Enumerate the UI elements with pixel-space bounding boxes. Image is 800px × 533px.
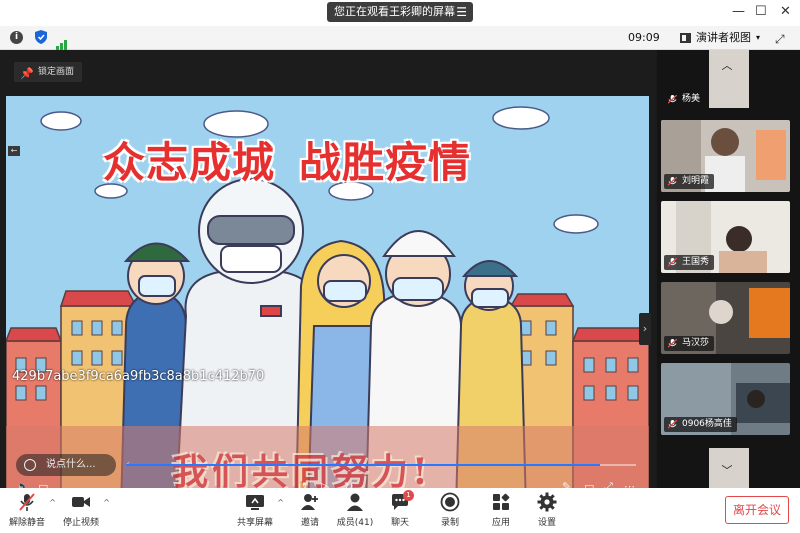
apps-label: 应用 — [491, 518, 510, 528]
slogan-left: 众志成城 — [103, 138, 276, 187]
meeting-timer: 09:09 — [628, 31, 660, 44]
participant-name-tag: 刘明霞 — [664, 174, 715, 189]
participant-name-tag: 0906杨高佳 — [664, 417, 737, 432]
speaker-view-button[interactable]: 演讲者视图 ▾ — [676, 28, 764, 48]
apps-button[interactable]: 应用 — [478, 492, 524, 528]
participant-name-tag: 杨美 — [664, 92, 706, 107]
camera-icon — [72, 497, 90, 507]
members-label: 成员(41) — [336, 518, 374, 528]
shared-screen-area: 📌 锁定画面 众志成城 战胜疫情 我们共同努力! 429b7abe3f9ca6a… — [0, 50, 655, 508]
participant-name: 0906杨高佳 — [682, 419, 732, 429]
chevron-up-icon[interactable]: ^ — [277, 498, 284, 507]
participant-name-tag: 马汉莎 — [664, 336, 715, 351]
danmaku-placeholder: 说点什么... — [46, 459, 96, 470]
danmaku-input[interactable]: 说点什么... ‹ — [16, 454, 130, 476]
lock-view-label: 锁定画面 — [38, 67, 75, 77]
emoji-icon[interactable] — [24, 459, 36, 471]
participant-name: 马汉莎 — [682, 338, 710, 348]
stop-video-label: 停止视频 — [62, 518, 99, 528]
minimize-button[interactable]: — — [732, 4, 745, 19]
hamburger-icon[interactable]: ☰ — [456, 2, 467, 22]
chat-label: 聊天 — [390, 518, 409, 528]
participant-tile[interactable]: 王国秀 — [661, 201, 790, 273]
settings-label: 设置 — [537, 518, 556, 528]
lock-view-button[interactable]: 📌 锁定画面 — [14, 62, 83, 82]
invite-button[interactable]: 邀请 — [287, 492, 333, 528]
share-screen-button[interactable]: 共享屏幕 ^ — [232, 492, 284, 528]
panel-toggle-icon[interactable]: › — [639, 313, 651, 345]
participant-name-tag: 王国秀 — [664, 255, 715, 270]
chat-button[interactable]: 聊天 1 — [377, 490, 423, 528]
meeting-id-overlay: 429b7abe3f9ca6a9fb3c8a8b1c412b70 — [12, 369, 265, 384]
participant-name: 杨美 — [682, 94, 701, 104]
record-icon — [440, 492, 460, 512]
record-button[interactable]: 录制 — [427, 492, 473, 528]
back-icon[interactable]: ← — [8, 146, 20, 156]
mic-muted-icon — [668, 95, 677, 104]
scroll-down-icon[interactable]: ﹀ — [706, 463, 748, 479]
share-screen-icon — [246, 495, 264, 510]
close-button[interactable]: ✕ — [780, 4, 791, 19]
scroll-up-icon[interactable]: ︿ — [706, 58, 748, 74]
playback-progress-bar[interactable] — [126, 464, 636, 466]
mic-muted-icon — [668, 420, 677, 429]
participant-panel: 杨美 刘明霞 王国秀 马汉莎 0906杨高佳 — [657, 50, 800, 488]
record-label: 录制 — [440, 518, 459, 528]
stop-video-button[interactable]: 停止视频 ^ — [58, 492, 110, 528]
meeting-window: 您正在观看王彩卿的屏幕 ☰ — ☐ ✕ i 09:09 演讲者视图 ▾ ⤢ 📌 … — [0, 0, 800, 533]
title-bar: 您正在观看王彩卿的屏幕 ☰ — ☐ ✕ — [0, 0, 800, 26]
unmute-label: 解除静音 — [8, 518, 45, 528]
layout-icon — [680, 33, 691, 43]
screen-share-banner[interactable]: 您正在观看王彩卿的屏幕 ☰ — [327, 2, 473, 22]
participant-tile[interactable]: 马汉莎 — [661, 282, 790, 354]
meeting-toolbar: 解除静音 ^ 停止视频 ^ 共享屏幕 ^ 邀请 成员(41) 聊天 1 录制 应… — [0, 488, 800, 533]
chat-badge: 1 — [403, 490, 414, 501]
mic-muted-icon — [668, 339, 677, 348]
fullscreen-icon[interactable]: ⤢ — [775, 32, 785, 47]
playback-progress-fill — [126, 464, 601, 466]
unmute-button[interactable]: 解除静音 ^ — [4, 492, 56, 528]
mic-muted-icon — [668, 258, 677, 267]
mic-muted-icon — [668, 177, 677, 186]
participant-name: 刘明霞 — [682, 176, 710, 186]
signal-strength-icon[interactable] — [56, 32, 68, 51]
leave-meeting-button[interactable]: 离开会议 — [725, 496, 789, 524]
maximize-button[interactable]: ☐ — [755, 4, 767, 19]
invite-label: 邀请 — [300, 518, 319, 528]
pin-icon: 📌 — [20, 67, 34, 80]
meeting-info-bar: i 09:09 演讲者视图 ▾ ⤢ — [0, 26, 800, 51]
members-button[interactable]: 成员(41) — [332, 492, 378, 528]
share-banner-text: 您正在观看王彩卿的屏幕 — [334, 5, 455, 18]
slogan-right: 战胜疫情 — [299, 138, 472, 187]
gear-icon — [537, 492, 557, 512]
participant-name: 王国秀 — [682, 257, 710, 267]
speaker-view-label: 演讲者视图 — [696, 31, 751, 44]
participant-tile[interactable]: 0906杨高佳 — [661, 363, 790, 435]
mic-muted-icon — [19, 493, 35, 511]
apps-icon — [493, 493, 510, 510]
shared-screen-content: 众志成城 战胜疫情 我们共同努力! 429b7abe3f9ca6a9fb3c8a8… — [6, 96, 649, 508]
info-icon[interactable]: i — [10, 31, 23, 44]
members-icon — [347, 493, 363, 511]
add-user-icon — [301, 494, 318, 510]
share-screen-label: 共享屏幕 — [236, 518, 273, 528]
settings-button[interactable]: 设置 — [524, 492, 570, 528]
participant-tile[interactable]: 刘明霞 — [661, 120, 790, 192]
shield-icon[interactable] — [35, 30, 47, 44]
chevron-up-icon[interactable]: ^ — [49, 498, 56, 507]
poster-slogan: 众志成城 战胜疫情 — [103, 129, 471, 190]
chevron-down-icon: ▾ — [755, 33, 760, 42]
chevron-up-icon[interactable]: ^ — [103, 498, 110, 507]
